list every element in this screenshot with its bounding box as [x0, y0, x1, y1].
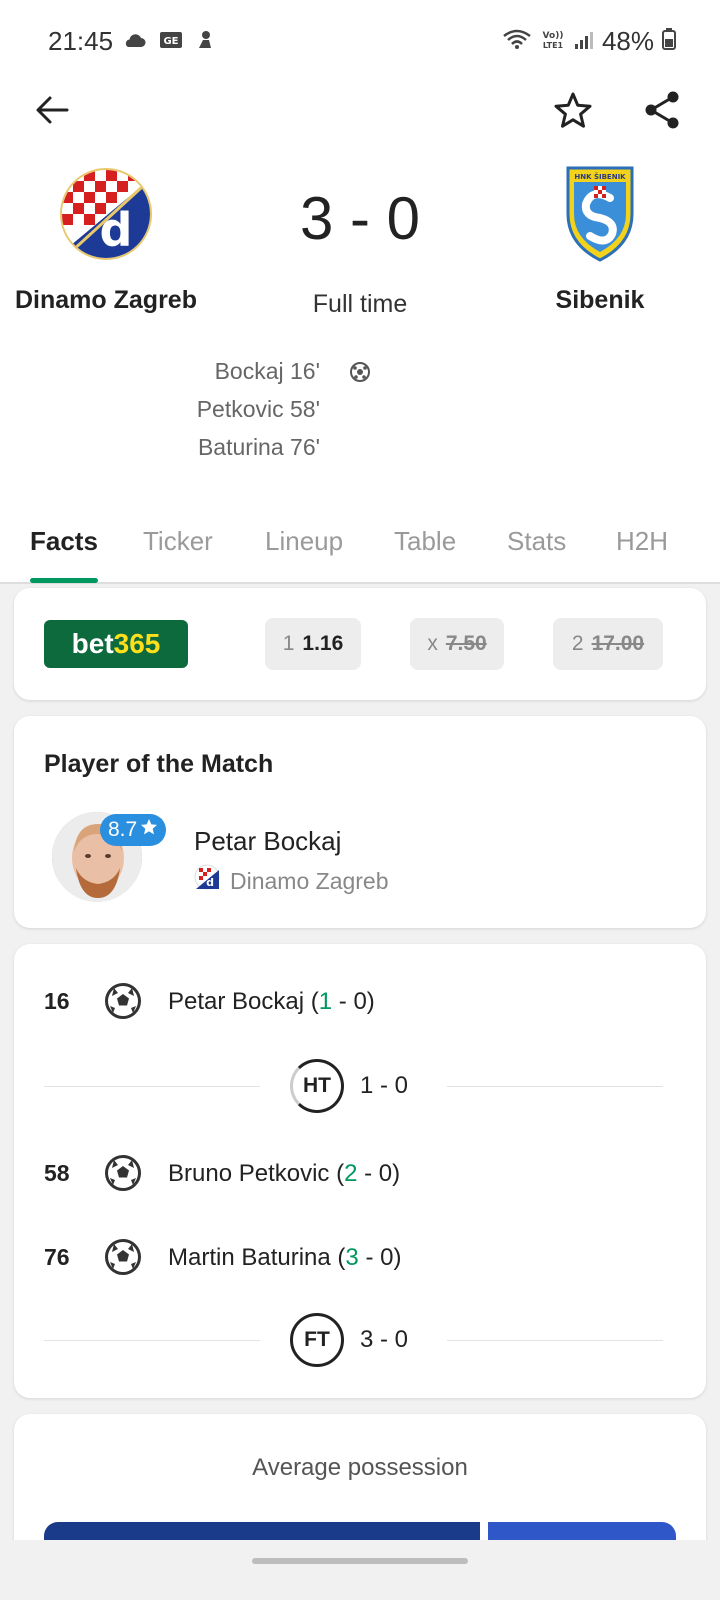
arrow-left-icon [36, 96, 69, 124]
star-outline-icon [554, 92, 592, 128]
event-minute: 58 [44, 1160, 70, 1186]
odds-home-value: 1.16 [302, 632, 344, 655]
half-time-score: 1 - 0 [360, 1072, 409, 1099]
divider [447, 1340, 663, 1341]
event-minute: 16 [44, 988, 70, 1014]
system-nav-bar [0, 1540, 720, 1600]
battery-level: 48% [601, 26, 654, 56]
match-header: 21:45 GE Vo)) LTE1 48% d Dinamo Zagreb 3… [0, 0, 720, 584]
divider [44, 1086, 260, 1087]
status-icons-left: GE [122, 30, 214, 55]
status-icons-right: Vo)) LTE1 48% [502, 26, 676, 57]
tab-ticker[interactable]: Ticker [143, 526, 213, 557]
star-icon [140, 818, 158, 842]
home-gesture-pill[interactable] [252, 1558, 468, 1564]
tab-facts[interactable]: Facts [30, 526, 98, 557]
odds-away-value: 17.00 [591, 632, 645, 655]
svg-text:GE: GE [163, 36, 178, 47]
odds-card: bet 365 1 1.16 x 7.50 2 17.00 [14, 588, 706, 700]
back-button[interactable] [22, 80, 82, 140]
event-player: Petar Bockaj [168, 988, 305, 1015]
bet365-logo[interactable]: bet 365 [44, 620, 188, 668]
full-time-score: 3 - 0 [360, 1326, 409, 1353]
event-goal-text[interactable]: Martin Baturina (3 - 0) [168, 1244, 401, 1272]
odds-away-button[interactable]: 2 17.00 [553, 618, 663, 670]
scorer-item: Bockaj 16' [214, 358, 320, 384]
svg-text:d: d [100, 203, 133, 257]
status-bar: 21:45 GE Vo)) LTE1 48% [0, 0, 720, 80]
wifi-icon [502, 26, 532, 57]
event-player: Bruno Petkovic [168, 1160, 330, 1187]
svg-text:HNK ŠIBENIK: HNK ŠIBENIK [574, 172, 626, 181]
tab-stats[interactable]: Stats [507, 526, 566, 557]
team-logo-small: d [194, 864, 220, 895]
player-of-match-card[interactable]: Player of the Match 8.7 Petar Bockaj d D… [14, 716, 706, 928]
player-rating: 8.7 [108, 818, 138, 841]
player-name: Petar Bockaj [194, 826, 342, 856]
bet365-logo-part1: bet [71, 628, 114, 659]
away-team-name[interactable]: Sibenik [500, 286, 700, 315]
active-tab-indicator [30, 578, 98, 583]
event-score-away: 0 [378, 1160, 393, 1187]
volte-icon: Vo)) LTE1 [540, 26, 566, 57]
odds-draw-button[interactable]: x 7.50 [410, 618, 504, 670]
event-score-away: 0 [380, 1244, 394, 1271]
scorer-item: Petkovic 58' [196, 396, 320, 422]
favorite-button[interactable] [543, 80, 603, 140]
home-scorers-list: Bockaj 16' Petkovic 58' Baturina 76' [120, 352, 320, 466]
home-team-logo[interactable]: d [58, 166, 154, 262]
battery-icon [662, 26, 676, 57]
event-goal-text[interactable]: Bruno Petkovic (2 - 0) [168, 1160, 400, 1188]
half-time-badge: HT [290, 1059, 344, 1113]
divider [44, 1340, 260, 1341]
player-team: Dinamo Zagreb [230, 868, 389, 894]
share-button[interactable] [632, 80, 692, 140]
player-of-match-title: Player of the Match [44, 750, 274, 778]
event-goal-text[interactable]: Petar Bockaj (1 - 0) [168, 988, 375, 1016]
tab-lineup[interactable]: Lineup [265, 526, 343, 557]
signal-icon [574, 26, 594, 57]
tab-table[interactable]: Table [394, 526, 456, 557]
event-score-home: 2 [344, 1160, 358, 1187]
notification-icon [196, 30, 214, 55]
away-team-logo[interactable]: HNK ŠIBENIK [562, 164, 638, 264]
odds-home-button[interactable]: 1 1.16 [265, 618, 361, 670]
odds-draw-value: 7.50 [445, 632, 487, 655]
odds-draw-label: x [427, 632, 438, 655]
event-score-away: 0 [353, 988, 367, 1015]
possession-title: Average possession [252, 1454, 468, 1481]
football-icon [349, 361, 371, 388]
event-score-home: 1 [318, 988, 333, 1015]
scorer-item: Baturina 76' [197, 434, 320, 460]
event-player: Martin Baturina [168, 1244, 331, 1271]
status-time: 21:45 [48, 26, 114, 56]
football-icon [104, 1154, 142, 1197]
tab-h2h[interactable]: H2H [616, 526, 668, 557]
football-icon [104, 1238, 142, 1281]
bet365-logo-part2: 365 [113, 628, 161, 659]
ge-icon: GE [160, 32, 182, 53]
svg-text:LTE1: LTE1 [543, 41, 564, 50]
svg-text:d: d [206, 876, 214, 889]
odds-away-label: 2 [571, 632, 584, 655]
svg-text:Vo)): Vo)) [543, 31, 564, 41]
cloud-icon [122, 32, 146, 53]
match-status: Full time [312, 290, 408, 318]
home-team-name[interactable]: Dinamo Zagreb [0, 286, 212, 315]
event-score-home: 3 [345, 1244, 359, 1271]
match-tabs: Facts Ticker Lineup Table Stats H2H [0, 512, 720, 584]
event-minute: 76 [44, 1244, 70, 1270]
odds-home-label: 1 [282, 632, 295, 655]
player-rating-badge: 8.7 [100, 814, 167, 846]
divider [447, 1086, 663, 1087]
match-score: 3 - 0 [299, 185, 421, 252]
match-events-card: 16 Petar Bockaj (1 - 0) HT 1 - 0 58 Brun… [14, 944, 706, 1398]
share-icon [645, 91, 679, 129]
full-time-badge: FT [290, 1313, 344, 1367]
football-icon [104, 982, 142, 1025]
